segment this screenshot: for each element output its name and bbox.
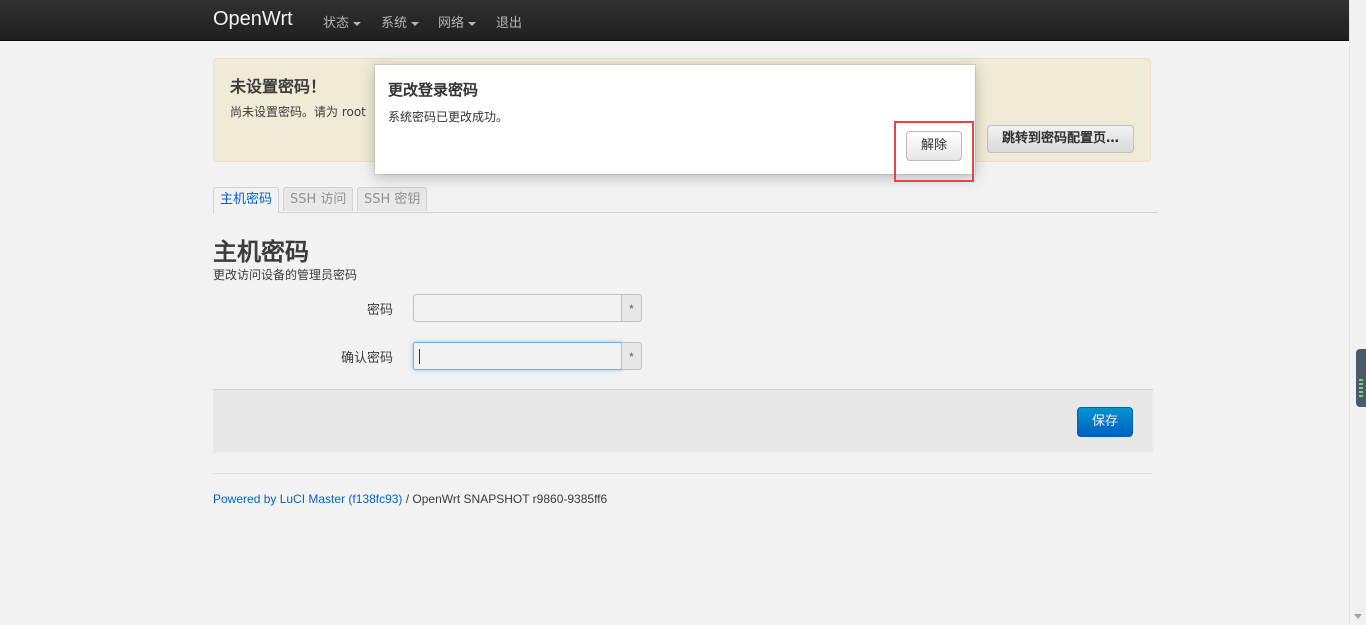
change-password-modal: 更改登录密码 系统密码已更改成功。 bbox=[375, 65, 975, 174]
modal-message: 系统密码已更改成功。 bbox=[388, 110, 509, 124]
dismiss-button[interactable]: 解除 bbox=[906, 131, 962, 161]
signal-bars-icon bbox=[1359, 379, 1363, 399]
page: OpenWrt 状态 系统 网络 退出 未设置密码！ 尚未设置密码。请为 roo… bbox=[0, 0, 1366, 625]
scroll-down-arrow-icon[interactable] bbox=[1354, 614, 1362, 619]
side-widget-handle[interactable] bbox=[1356, 349, 1366, 407]
modal-title: 更改登录密码 bbox=[388, 81, 479, 99]
page-scrollbar[interactable] bbox=[1349, 0, 1366, 625]
